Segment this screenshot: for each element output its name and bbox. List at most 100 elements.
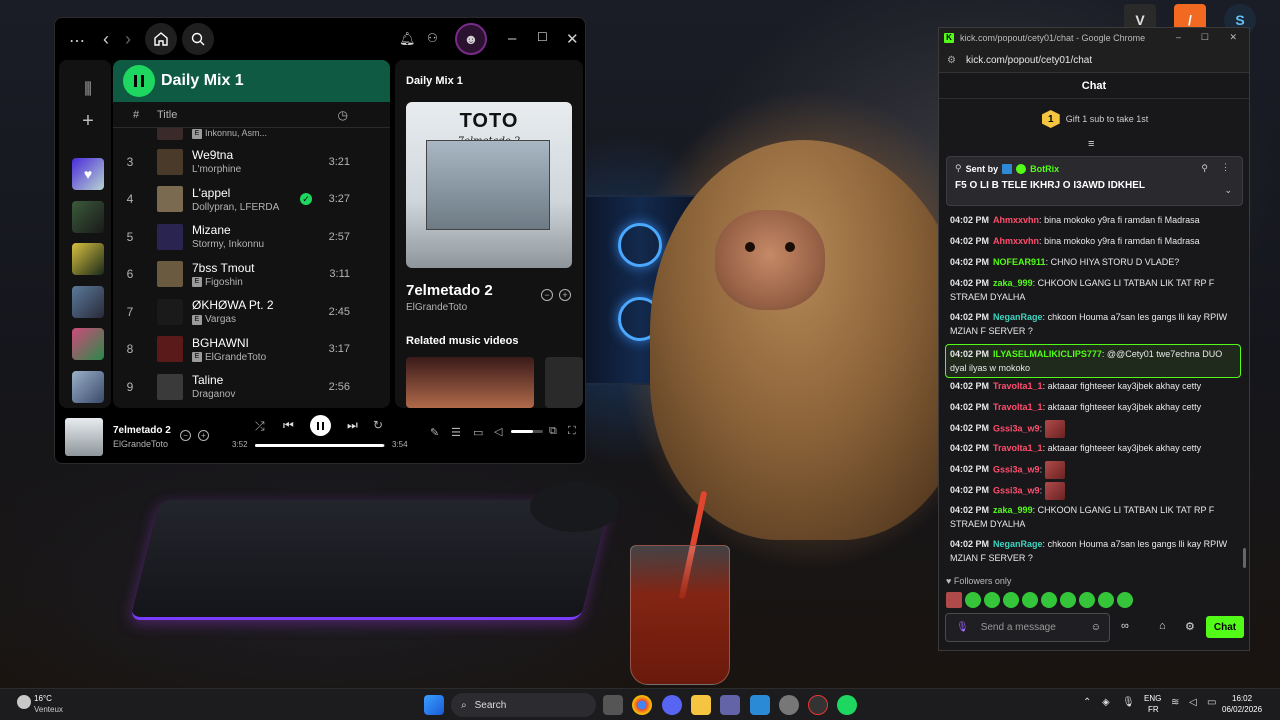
chevron-up-icon[interactable]: ⌃	[1083, 697, 1091, 708]
library-tile[interactable]	[72, 243, 104, 275]
add-icon[interactable]: +	[72, 105, 104, 137]
windows-start-icon[interactable]	[424, 695, 444, 715]
maximize-icon[interactable]: ☐	[537, 30, 548, 44]
song-artist[interactable]: ElGrandeToto	[406, 302, 467, 313]
track-artist[interactable]: Stormy, Inkonnu	[192, 239, 264, 250]
devices-icon[interactable]: ▭	[473, 426, 483, 439]
mic-icon[interactable]: 🎙︎	[956, 622, 969, 633]
message-username[interactable]: Travolta1_1	[993, 402, 1043, 412]
track-title[interactable]: Taline	[192, 373, 332, 387]
weather-icon[interactable]	[17, 695, 31, 709]
emote[interactable]	[1003, 592, 1019, 608]
more-options-icon[interactable]: ⋯	[69, 31, 85, 51]
pin-toggle-icon[interactable]: ⚲	[1201, 163, 1208, 174]
gift-sub-row[interactable]: 1 Gift 1 sub to take 1st	[939, 108, 1249, 130]
link-icon[interactable]: ∞	[1121, 620, 1129, 632]
weather-temp[interactable]: 16°C	[34, 694, 52, 703]
track-title[interactable]: ØKHØWA Pt. 2	[192, 298, 332, 312]
play-pause-button[interactable]	[310, 415, 331, 436]
add-circle-icon[interactable]: +	[559, 289, 571, 301]
track-row[interactable]: 5 Mizane Stormy, Inkonnu 2:57	[113, 218, 390, 255]
minimize-icon[interactable]: –	[1176, 32, 1181, 42]
player-album-art[interactable]	[65, 418, 103, 456]
speaker-icon[interactable]: ◁	[1189, 697, 1197, 708]
related-video-thumb[interactable]	[545, 357, 583, 408]
shuffle-icon[interactable]: ⤮	[255, 419, 265, 434]
forward-arrow-icon[interactable]: ›	[125, 29, 131, 50]
player-artist[interactable]: ElGrandeToto	[113, 439, 168, 449]
file-explorer-icon[interactable]	[691, 695, 711, 715]
library-tile[interactable]	[72, 371, 104, 403]
column-title[interactable]: Title	[157, 109, 177, 121]
track-row[interactable]: 7 ØKHØWA Pt. 2 E Vargas 2:45	[113, 293, 390, 330]
clock-date[interactable]: 06/02/2026	[1222, 705, 1262, 714]
task-view-icon[interactable]	[603, 695, 623, 715]
store-icon[interactable]: ⌂	[1159, 620, 1166, 632]
message-username[interactable]: Gssi3a_w9	[993, 423, 1040, 433]
volume-icon[interactable]: ◁	[494, 425, 502, 438]
next-icon[interactable]: ⏭︎	[347, 418, 358, 433]
emote[interactable]	[1079, 592, 1095, 608]
app-icon[interactable]	[808, 695, 828, 715]
bell-icon[interactable]: 🔔︎	[399, 31, 416, 47]
tray-app-icon[interactable]: ◈	[1102, 697, 1110, 708]
settings-gear-icon[interactable]: ⚙	[1185, 620, 1195, 633]
player-title[interactable]: 7elmetado 2	[113, 425, 171, 436]
message-username[interactable]: Gssi3a_w9	[993, 464, 1040, 474]
close-icon[interactable]: ✕	[1229, 32, 1237, 43]
pause-button[interactable]	[123, 65, 155, 97]
saved-check-icon[interactable]: ✓	[300, 193, 312, 205]
profile-avatar[interactable]: ☻	[455, 23, 487, 55]
queue-icon[interactable]: ☰	[451, 426, 461, 439]
track-artist[interactable]: Draganov	[192, 389, 235, 400]
chrome-icon[interactable]	[632, 695, 652, 715]
related-video-thumb[interactable]	[406, 357, 534, 408]
track-row[interactable]: 4 L'appel Dollypran, LFERDA ✓ 3:27	[113, 181, 390, 218]
emote[interactable]	[1117, 592, 1133, 608]
track-title[interactable]: 7bss Tmout	[192, 261, 332, 275]
address-text[interactable]: kick.com/popout/cety01/chat	[966, 55, 1092, 66]
photos-icon[interactable]	[750, 695, 770, 715]
home-button[interactable]	[145, 23, 177, 55]
track-row[interactable]: 3 We9tna L'morphine 3:21	[113, 143, 390, 180]
friends-icon[interactable]: ⚇	[427, 31, 438, 45]
emote[interactable]	[946, 592, 962, 608]
address-bar[interactable]: ⚙ kick.com/popout/cety01/chat	[939, 48, 1249, 73]
emote[interactable]	[1022, 592, 1038, 608]
repeat-icon[interactable]: ↻	[373, 418, 383, 432]
remove-icon[interactable]: −	[541, 289, 553, 301]
add-circle-icon[interactable]: +	[198, 430, 209, 441]
wifi-icon[interactable]: ≋	[1171, 697, 1179, 708]
message-username[interactable]: Ahmxxvhn	[993, 215, 1039, 225]
message-username[interactable]: ILYASELMALIKICLIPS777	[993, 349, 1102, 359]
close-icon[interactable]: ✕	[566, 30, 579, 48]
library-tile[interactable]	[72, 328, 104, 360]
message-input[interactable]: 🎙︎ Send a message ☺	[945, 613, 1110, 642]
track-row[interactable]: 9 Taline Draganov 2:56	[113, 368, 390, 405]
library-tile[interactable]	[72, 286, 104, 318]
song-title[interactable]: 7elmetado 2	[406, 282, 493, 299]
track-title[interactable]: We9tna	[192, 148, 332, 162]
message-username[interactable]: NOFEAR911	[993, 257, 1046, 267]
chat-scrollbar[interactable]	[1243, 548, 1246, 568]
lyrics-icon[interactable]: ✎	[430, 426, 439, 439]
collapse-icon[interactable]: ≡	[1088, 138, 1094, 150]
search-button[interactable]	[182, 23, 214, 55]
remove-icon[interactable]: −	[180, 430, 191, 441]
volume-slider[interactable]	[511, 430, 543, 433]
track-artist[interactable]: Vargas	[205, 314, 236, 325]
message-username[interactable]: Travolta1_1	[993, 443, 1043, 453]
track-artist[interactable]: Figoshin	[205, 277, 243, 288]
settings-icon[interactable]	[779, 695, 799, 715]
message-username[interactable]: zaka_999	[993, 278, 1033, 288]
track-artist[interactable]: Dollypran, LFERDA	[192, 202, 279, 213]
discord-icon[interactable]	[662, 695, 682, 715]
emote[interactable]	[1041, 592, 1057, 608]
track-row[interactable]: 8 BGHAWNI E ElGrandeToto 3:17	[113, 331, 390, 368]
chevron-down-icon[interactable]: ⌄	[1224, 185, 1232, 196]
site-info-icon[interactable]: ⚙	[947, 55, 956, 66]
track-artist[interactable]: L'morphine	[192, 164, 241, 175]
mini-player-icon[interactable]: ⧉	[549, 425, 557, 438]
track-row[interactable]: 6 7bss Tmout E Figoshin 3:11	[113, 256, 390, 293]
battery-icon[interactable]: ▭	[1207, 697, 1216, 708]
